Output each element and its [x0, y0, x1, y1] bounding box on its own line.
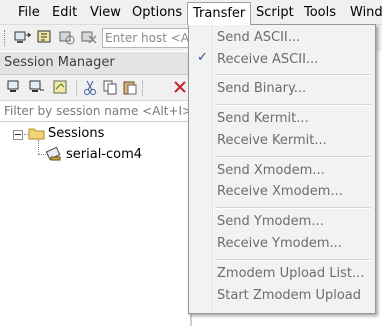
tree-expander[interactable]	[13, 130, 23, 140]
toolbar-grip	[4, 30, 7, 46]
menu-separator	[215, 104, 371, 106]
menu-item-receive-ymodem[interactable]: Receive Ymodem...	[217, 234, 342, 254]
tree-item-serial-com4[interactable]: serial-com4	[66, 147, 142, 162]
delete-icon[interactable]	[172, 79, 188, 96]
menu-item-receive-kermit[interactable]: Receive Kermit...	[217, 131, 327, 151]
menu-separator	[215, 259, 371, 261]
menu-item-send-binary[interactable]: Send Binary...	[217, 79, 306, 99]
menu-bar: File Edit View Options Transfer Script T…	[0, 0, 382, 25]
copy-icon[interactable]	[102, 79, 118, 96]
menu-separator	[215, 156, 371, 158]
menu-gutter	[212, 25, 214, 313]
menu-item-receive-xmodem[interactable]: Receive Xmodem...	[217, 182, 343, 202]
toolbar-separator-2	[142, 80, 143, 96]
menu-script[interactable]: Script	[250, 3, 300, 22]
disconnect-icon[interactable]	[80, 29, 98, 46]
session-manager-header: Session Manager	[0, 52, 190, 75]
folder-icon	[28, 128, 45, 140]
session-filter-input[interactable]: Filter by session name <Alt+I>	[0, 101, 194, 122]
menu-item-send-ymodem[interactable]: Send Ymodem...	[217, 212, 324, 232]
new-session-icon[interactable]	[6, 79, 24, 96]
menu-separator	[215, 74, 371, 76]
cut-icon[interactable]	[82, 79, 98, 96]
connect-session-icon[interactable]	[28, 79, 46, 96]
properties-icon[interactable]	[52, 79, 70, 96]
menu-tools[interactable]: Tools	[298, 3, 342, 22]
menu-item-zmodem-upload-list[interactable]: Zmodem Upload List...	[217, 264, 364, 284]
checkmark-icon: ✓	[197, 50, 208, 65]
menu-separator	[215, 207, 371, 209]
session-manager-title: Session Manager	[4, 55, 115, 70]
reconnect-icon[interactable]	[58, 29, 76, 46]
menu-item-send-kermit[interactable]: Send Kermit...	[217, 109, 309, 129]
transfer-menu: Send ASCII... ✓ Receive ASCII... Send Bi…	[188, 24, 376, 314]
menu-item-send-ascii[interactable]: Send ASCII...	[217, 28, 300, 48]
menu-window[interactable]: Wind	[344, 3, 382, 22]
host-input[interactable]: Enter host <Alt	[102, 28, 196, 48]
menu-options[interactable]: Options	[126, 3, 188, 22]
toolbar-separator	[76, 80, 77, 96]
menu-item-start-zmodem-upload[interactable]: Start Zmodem Upload	[217, 286, 361, 306]
menu-item-send-xmodem[interactable]: Send Xmodem...	[217, 161, 325, 181]
tree-connector	[38, 140, 39, 154]
menu-view[interactable]: View	[84, 3, 127, 22]
menu-edit[interactable]: Edit	[46, 3, 83, 22]
paste-icon[interactable]	[122, 79, 138, 96]
menu-file[interactable]: File	[12, 3, 46, 22]
menu-transfer[interactable]: Transfer	[187, 2, 252, 25]
quick-connect-icon[interactable]	[36, 29, 54, 46]
tree-item-sessions[interactable]: Sessions	[48, 126, 104, 141]
session-manager-toolbar	[0, 75, 190, 101]
menu-item-receive-ascii[interactable]: Receive ASCII...	[217, 50, 318, 70]
connect-icon[interactable]	[14, 29, 32, 46]
session-tree: Sessions serial-com4	[0, 122, 190, 326]
serial-session-icon	[46, 146, 61, 161]
